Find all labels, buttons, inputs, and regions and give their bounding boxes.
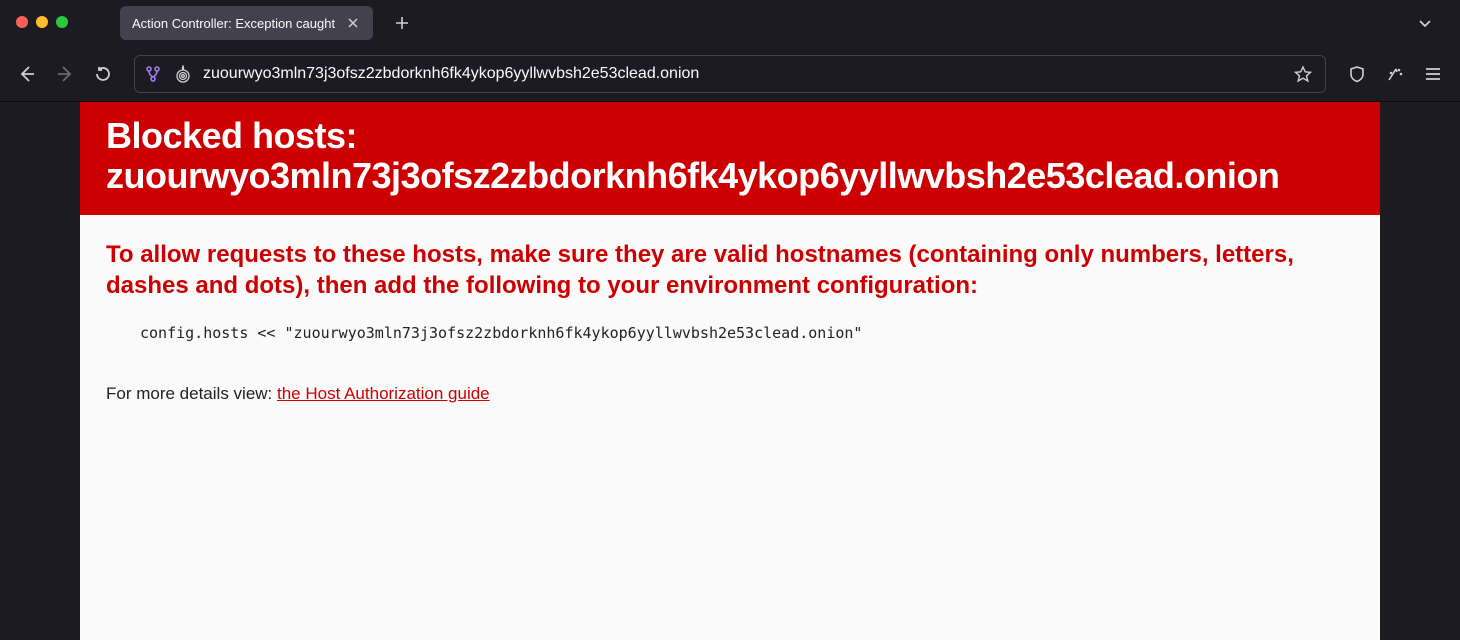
config-code: config.hosts << "zuourwyo3mln73j3ofsz2zb…: [140, 324, 1354, 342]
nav-bar: zuourwyo3mln73j3ofsz2zbdorknh6fk4ykop6yy…: [0, 46, 1460, 102]
error-body: To allow requests to these hosts, make s…: [80, 215, 1380, 443]
app-menu-button[interactable]: [1416, 57, 1450, 91]
error-heading: Blocked hosts: zuourwyo3mln73j3ofsz2zbdo…: [106, 116, 1354, 195]
browser-tab[interactable]: Action Controller: Exception caught: [120, 6, 373, 40]
host-authorization-link[interactable]: the Host Authorization guide: [277, 384, 490, 403]
window-minimize-button[interactable]: [36, 16, 48, 28]
address-bar[interactable]: zuourwyo3mln73j3ofsz2zbdorknh6fk4ykop6yy…: [134, 55, 1326, 93]
new-tab-button[interactable]: [387, 8, 417, 38]
onion-site-icon[interactable]: [173, 64, 193, 84]
toolbar-right: [1340, 57, 1450, 91]
tab-title: Action Controller: Exception caught: [132, 16, 335, 31]
bookmark-star-icon[interactable]: [1289, 60, 1317, 88]
error-page: Blocked hosts: zuourwyo3mln73j3ofsz2zbdo…: [80, 102, 1380, 640]
details-prefix: For more details view:: [106, 384, 277, 403]
window-maximize-button[interactable]: [56, 16, 68, 28]
back-button[interactable]: [10, 57, 44, 91]
error-heading-host: zuourwyo3mln73j3ofsz2zbdorknh6fk4ykop6yy…: [106, 155, 1279, 196]
browser-viewport: Blocked hosts: zuourwyo3mln73j3ofsz2zbdo…: [0, 102, 1460, 640]
security-level-icon[interactable]: [1378, 57, 1412, 91]
window-controls: [16, 16, 68, 28]
error-subheading: To allow requests to these hosts, make s…: [106, 239, 1354, 301]
error-heading-prefix: Blocked hosts:: [106, 115, 357, 156]
details-line: For more details view: the Host Authoriz…: [106, 384, 1354, 404]
close-icon[interactable]: [345, 15, 361, 31]
reload-button[interactable]: [86, 57, 120, 91]
tab-bar: Action Controller: Exception caught: [0, 0, 1460, 46]
window-close-button[interactable]: [16, 16, 28, 28]
url-text: zuourwyo3mln73j3ofsz2zbdorknh6fk4ykop6yy…: [203, 65, 1279, 83]
forward-button[interactable]: [48, 57, 82, 91]
tabs-dropdown-button[interactable]: [1410, 8, 1440, 38]
shield-icon[interactable]: [1340, 57, 1374, 91]
tor-circuit-icon[interactable]: [143, 64, 163, 84]
error-header: Blocked hosts: zuourwyo3mln73j3ofsz2zbdo…: [80, 102, 1380, 215]
